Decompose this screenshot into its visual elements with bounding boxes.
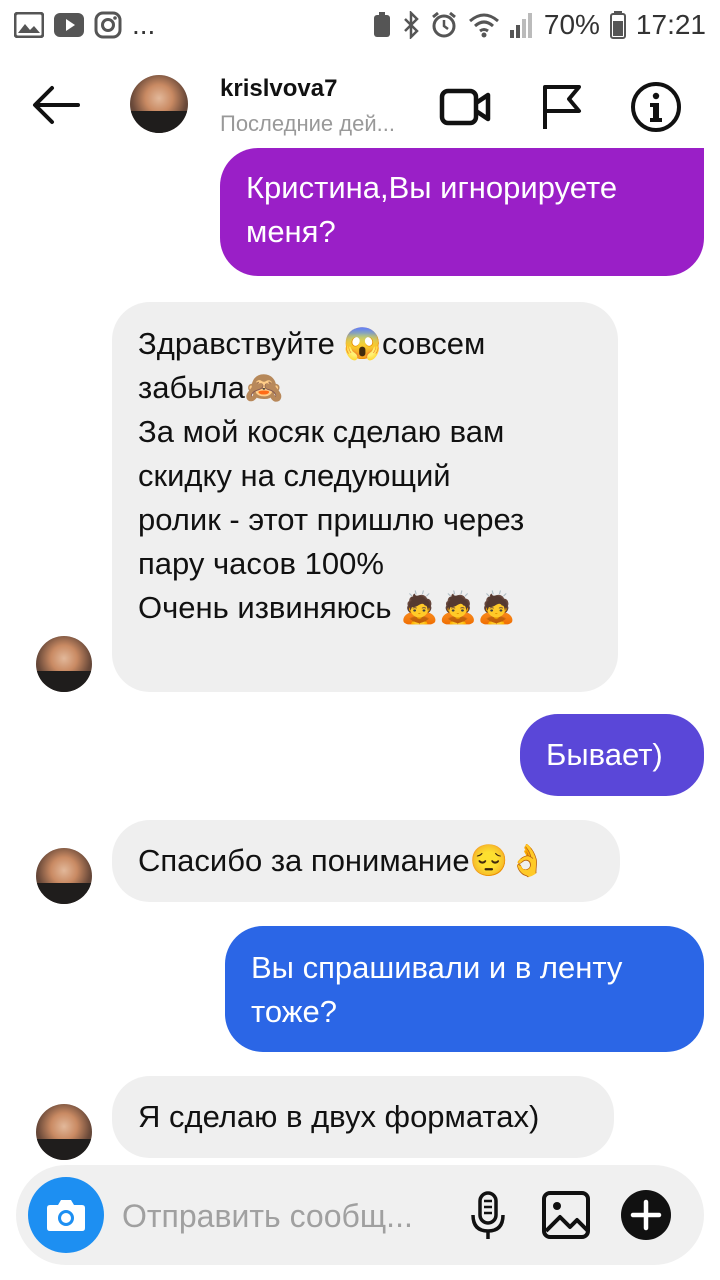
chat-header: krislvova7 Последние дей... xyxy=(0,55,720,155)
microphone-icon[interactable] xyxy=(460,1187,516,1243)
contact-avatar[interactable] xyxy=(130,75,188,133)
clock: 17:21 xyxy=(635,9,706,40)
wifi-icon xyxy=(468,13,499,38)
message-bubble-received[interactable]: Я сделаю в двух форматах) xyxy=(112,1076,614,1158)
back-arrow-icon[interactable] xyxy=(28,77,84,133)
message-line: Очень извиняюсь 🙇🙇🙇 xyxy=(138,590,516,625)
info-icon[interactable] xyxy=(628,79,684,135)
message-bubble-sent[interactable]: Кристина,Вы игнорируете меня? xyxy=(220,148,704,276)
alarm-icon xyxy=(431,11,456,38)
instagram-notification-icon xyxy=(94,11,122,39)
video-call-icon[interactable] xyxy=(438,79,494,135)
status-bar-notifications: ... xyxy=(14,9,155,41)
message-bubble-received[interactable]: Здравствуйте 😱совсем забыла🙈 За мой кося… xyxy=(112,302,618,692)
camera-button[interactable] xyxy=(28,1177,104,1253)
message-composer xyxy=(16,1165,704,1265)
contact-activity-status: Последние дей... xyxy=(220,111,395,136)
battery-icon xyxy=(609,11,626,39)
message-line: За мой косяк сделаю вам xyxy=(138,414,505,449)
more-notifications-indicator: ... xyxy=(132,9,156,40)
camera-icon xyxy=(47,1200,85,1231)
status-bar-system: 70% 17:21 xyxy=(372,9,706,41)
signal-icon xyxy=(509,13,532,38)
message-input[interactable] xyxy=(120,1191,454,1241)
status-bar: ... 70% 17:21 xyxy=(0,0,720,50)
sender-avatar[interactable] xyxy=(36,1104,92,1160)
plus-icon[interactable] xyxy=(618,1187,674,1243)
youtube-notification-icon xyxy=(54,13,84,37)
message-line: пару часов 100% xyxy=(138,546,384,581)
flag-icon[interactable] xyxy=(535,79,591,135)
gallery-icon[interactable] xyxy=(538,1187,594,1243)
data-saver-icon xyxy=(373,12,390,37)
message-line: Здравствуйте 😱совсем xyxy=(138,326,486,361)
contact-username[interactable]: krislvova7 xyxy=(220,75,337,103)
sender-avatar[interactable] xyxy=(36,636,92,692)
message-line: скидку на следующий xyxy=(138,458,451,493)
message-bubble-received[interactable]: Спасибо за понимание😔👌 xyxy=(112,820,620,902)
gallery-notification-icon xyxy=(14,12,44,38)
message-bubble-sent[interactable]: Вы спрашивали и в ленту тоже? xyxy=(225,926,704,1052)
message-line: забыла🙈 xyxy=(138,370,284,405)
message-line: ролик - этот пришлю через xyxy=(138,502,525,537)
bluetooth-icon xyxy=(403,11,419,39)
sender-avatar[interactable] xyxy=(36,848,92,904)
message-bubble-sent[interactable]: Бывает) xyxy=(520,714,704,796)
battery-percent: 70% xyxy=(543,9,600,40)
